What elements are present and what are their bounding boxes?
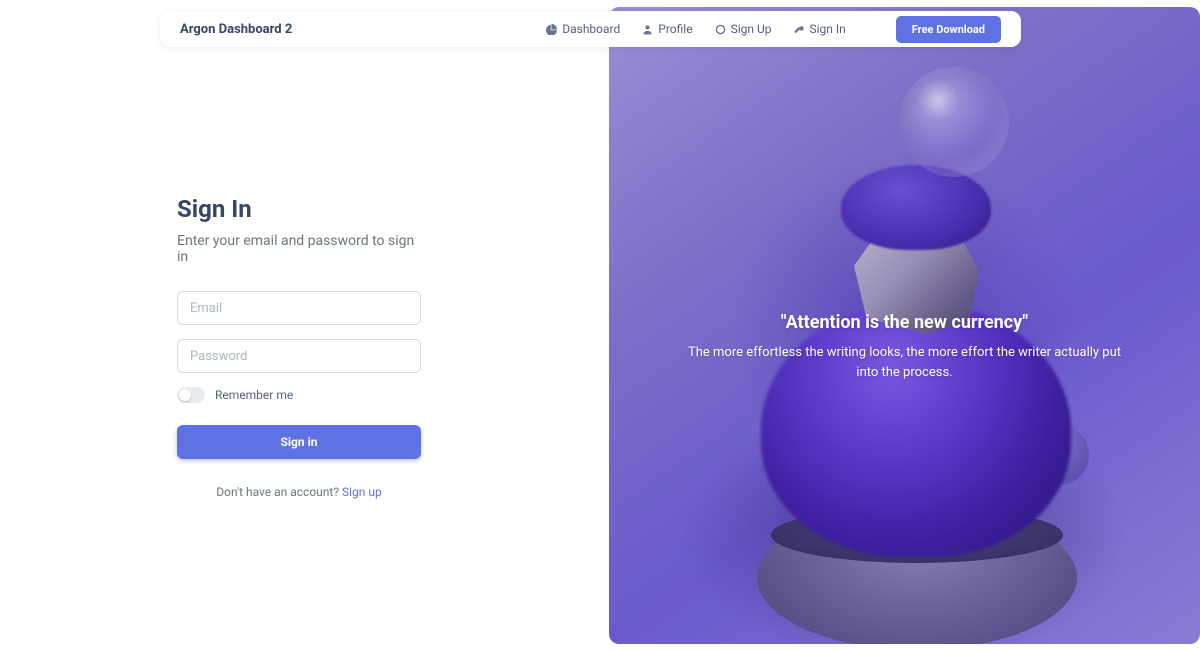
hero-quote: "Attention is the new currency" <box>684 312 1125 333</box>
signin-subtitle: Enter your email and password to sign in <box>177 233 421 265</box>
nav-links: Dashboard Profile Sign Up Sign In Free D… <box>546 16 1001 43</box>
nav-profile[interactable]: Profile <box>642 22 692 36</box>
nav-signup[interactable]: Sign Up <box>715 22 772 36</box>
signin-title: Sign In <box>177 195 421 223</box>
nav-dashboard[interactable]: Dashboard <box>546 22 620 36</box>
signin-button[interactable]: Sign in <box>177 425 421 459</box>
nav-signin[interactable]: Sign In <box>793 22 845 36</box>
signin-form: Sign In Enter your email and password to… <box>177 195 421 499</box>
signup-link[interactable]: Sign up <box>342 485 382 499</box>
hero-subtitle: The more effortless the writing looks, t… <box>684 343 1125 382</box>
nav-signin-label: Sign In <box>809 22 845 36</box>
signup-prompt-text: Don't have an account? <box>216 485 342 499</box>
key-icon <box>793 24 804 35</box>
user-icon <box>642 24 653 35</box>
hero-panel: "Attention is the new currency" The more… <box>609 7 1200 644</box>
download-button[interactable]: Free Download <box>896 16 1001 43</box>
remember-toggle[interactable] <box>177 387 205 403</box>
signup-prompt: Don't have an account? Sign up <box>177 485 421 499</box>
nav-profile-label: Profile <box>658 22 692 36</box>
brand[interactable]: Argon Dashboard 2 <box>180 22 292 37</box>
hero-text: "Attention is the new currency" The more… <box>609 312 1200 382</box>
decor-fur-small <box>841 165 991 250</box>
nav-dashboard-label: Dashboard <box>562 22 620 36</box>
password-input[interactable] <box>177 339 421 373</box>
remember-label: Remember me <box>215 388 293 402</box>
navbar: Argon Dashboard 2 Dashboard Profile Sign… <box>160 11 1021 47</box>
email-input[interactable] <box>177 291 421 325</box>
pie-icon <box>546 24 557 35</box>
decor-sphere-top <box>899 67 1009 177</box>
remember-row: Remember me <box>177 387 421 403</box>
circle-icon <box>715 24 726 35</box>
nav-signup-label: Sign Up <box>731 22 772 36</box>
